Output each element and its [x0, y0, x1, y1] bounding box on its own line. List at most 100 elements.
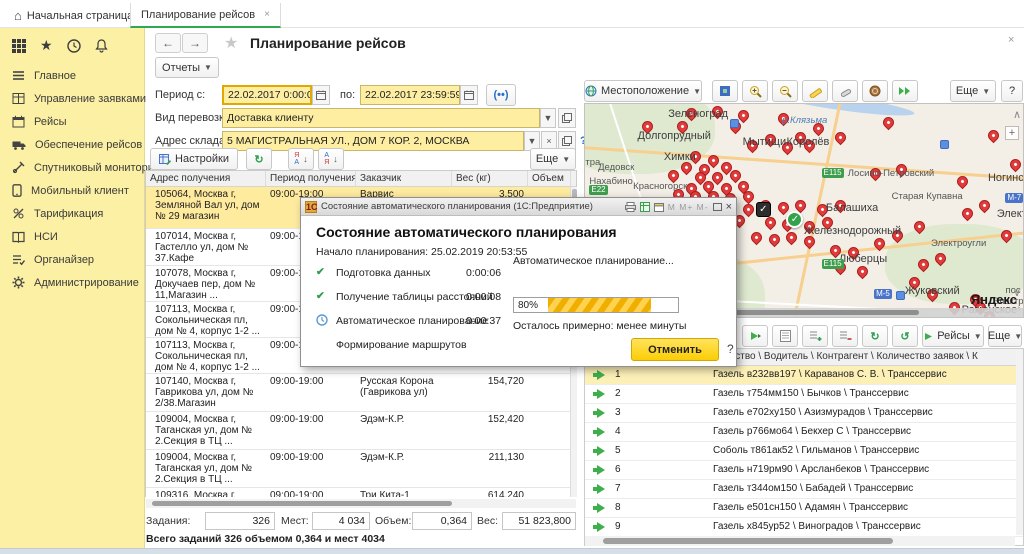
sidebar-item[interactable]: Управление заявками	[0, 87, 144, 110]
map-zoom-out-icon[interactable]	[772, 80, 798, 102]
map-pin-icon[interactable]	[955, 174, 971, 190]
road-badge: Е115	[822, 168, 844, 178]
order-table-row[interactable]: 107140, Москва г, Гаврикова ул, дом № 2/…	[146, 374, 576, 412]
map-pin-icon[interactable]	[854, 264, 870, 280]
spreadsheet-icon[interactable]	[640, 202, 650, 212]
vehicle-row[interactable]: 5 Соболь т861ак52 \ Гильманов \ Транссер…	[585, 442, 1023, 461]
sidebar-item[interactable]: НСИ	[0, 225, 144, 248]
order-table-row[interactable]: 109004, Москва г, Таганская ул, дом № 2.…	[146, 412, 576, 450]
sidebar-item[interactable]: Спутниковый мониторинг	[0, 156, 144, 179]
cancel-button[interactable]: Отменить	[631, 338, 719, 361]
calendar-icon[interactable]	[654, 202, 664, 212]
column-header-volume[interactable]: Объем	[528, 171, 571, 186]
sidebar-item[interactable]: Администрирование	[0, 271, 144, 294]
add-group-icon[interactable]	[802, 325, 828, 347]
dialog-help-button[interactable]: ?	[727, 342, 734, 356]
sidebar-item[interactable]: Органайзер	[0, 248, 144, 271]
map-help-button[interactable]: ?	[1001, 80, 1023, 102]
tab-close-icon[interactable]: ×	[264, 9, 270, 20]
form-close-icon[interactable]: ×	[1008, 34, 1014, 46]
vehicle-row[interactable]: 7 Газель т344ом150 \ Бабадей \ Транссерв…	[585, 480, 1023, 499]
orders-horizontal-scrollbar[interactable]	[146, 499, 576, 508]
memory-buttons[interactable]: M M+ M-	[668, 202, 709, 212]
places-label: Мест:	[281, 515, 309, 527]
map-pin-icon[interactable]	[959, 206, 975, 222]
sort-descending-icon[interactable]: АЯ↓	[318, 148, 344, 170]
green-arrow-icon	[597, 427, 605, 437]
selected-warehouse-marker[interactable]: ✓	[756, 202, 771, 217]
tab-trip-planning[interactable]: Планирование рейсов ×	[130, 3, 281, 28]
vehicle-row[interactable]: 2 Газель т754мм150 \ Бычков \ Транссерви…	[585, 385, 1023, 404]
sort-ascending-icon[interactable]: ЯА↓	[288, 148, 314, 170]
map-pin-icon[interactable]	[767, 232, 783, 248]
vehicle-row[interactable]: 1 Газель в232вв197 \ Караванов С. В. \ Т…	[585, 366, 1023, 385]
forward-button[interactable]: →	[182, 33, 208, 53]
map-pin-icon[interactable]	[749, 230, 765, 246]
trips-button[interactable]: Рейсы▼	[922, 325, 984, 347]
map-ruler-icon[interactable]	[802, 80, 828, 102]
start-planning-icon[interactable]	[742, 325, 768, 347]
period-from-field[interactable]: 22.02.2017 0:00:00	[222, 85, 312, 105]
vehicles-refresh-icon[interactable]: ↻	[862, 325, 888, 347]
vehicle-row[interactable]: 9 Газель х845ур52 \ Виноградов \ Транссе…	[585, 518, 1023, 537]
sidebar-item[interactable]: Тарификация	[0, 202, 144, 225]
order-table-row[interactable]: 109004, Москва г, Таганская ул, дом № 2.…	[146, 450, 576, 488]
period-to-calendar-icon[interactable]	[460, 85, 478, 105]
period-from-calendar-icon[interactable]	[312, 85, 330, 105]
map-route-icon[interactable]	[892, 80, 918, 102]
map-pin-icon[interactable]	[881, 114, 897, 130]
map-eraser-icon[interactable]	[832, 80, 858, 102]
vehicle-row[interactable]: 6 Газель н719рм90 \ Арсланбеков \ Трансс…	[585, 461, 1023, 480]
sidebar-item[interactable]: Мобильный клиент	[0, 179, 144, 202]
map-scroll-up-icon[interactable]: ∧	[1013, 108, 1021, 121]
notifications-bell-icon[interactable]	[95, 39, 108, 53]
transport-dropdown-icon[interactable]: ▼	[540, 108, 556, 128]
transport-open-icon[interactable]	[558, 108, 576, 128]
orders-settings-button[interactable]: Настройки	[150, 148, 238, 170]
map-pin-icon[interactable]	[986, 127, 1002, 143]
period-interval-button[interactable]: (••)	[486, 84, 516, 106]
remove-group-icon[interactable]	[832, 325, 858, 347]
dialog-close-icon[interactable]: ×	[726, 201, 732, 213]
location-button[interactable]: Местоположение▼	[584, 80, 702, 102]
column-header-customer[interactable]: Заказчик	[356, 171, 452, 186]
vehicle-row[interactable]: 8 Газель е501сн150 \ Адамян \ Транссерви…	[585, 499, 1023, 518]
tab-home[interactable]: ⌂ Начальная страница	[4, 3, 143, 28]
dialog-titlebar[interactable]: 1C Состояние автоматического планировани…	[301, 198, 736, 216]
vehicle-row[interactable]: 3 Газель е702ху150 \ Азизмурадов \ Транс…	[585, 404, 1023, 423]
favorites-star-icon[interactable]: ★	[40, 37, 53, 54]
orders-more-button[interactable]: Еще▼	[530, 148, 576, 170]
map-zoom-in-icon[interactable]	[742, 80, 768, 102]
apps-grid-icon[interactable]	[12, 39, 26, 53]
history-clock-icon[interactable]	[67, 39, 81, 53]
vehicles-reload-icon[interactable]: ↺	[892, 325, 918, 347]
vehicles-more-button[interactable]: Еще▼	[988, 325, 1022, 347]
order-table-row[interactable]: 109316, Москва г, 09:00-19:00 Три Кита-1…	[146, 488, 576, 497]
map-pin-icon[interactable]	[977, 198, 993, 214]
vehicles-vertical-scrollbar[interactable]	[1016, 349, 1023, 535]
period-to-field[interactable]: 22.02.2017 23:59:59	[360, 85, 460, 105]
confirmed-point-marker[interactable]: ✓	[786, 211, 803, 228]
open-document-icon[interactable]	[772, 325, 798, 347]
column-header-address[interactable]: Адрес получения	[146, 171, 266, 186]
column-header-period[interactable]: Период получения	[266, 171, 356, 186]
sidebar-item[interactable]: Обеспечение рейсов	[0, 133, 144, 156]
column-header-weight[interactable]: Вес (кг)	[452, 171, 528, 186]
map-fit-extent-icon[interactable]	[712, 80, 738, 102]
transport-type-field[interactable]: Доставка клиенту	[222, 108, 540, 128]
sidebar-item[interactable]: Главное	[0, 64, 144, 87]
map-more-button[interactable]: Еще▼	[950, 80, 996, 102]
vehicles-horizontal-scrollbar[interactable]	[585, 536, 1015, 546]
sidebar-item[interactable]: Рейсы	[0, 110, 144, 133]
back-button[interactable]: ←	[155, 33, 181, 53]
favorite-star-icon[interactable]: ★	[224, 33, 238, 53]
vehicle-row[interactable]: 4 Газель р766мо64 \ Бекхер С \ Транссерв…	[585, 423, 1023, 442]
reports-button[interactable]: Отчеты▼	[155, 57, 219, 78]
maximize-icon[interactable]	[713, 203, 722, 211]
map-zoom-plus-icon[interactable]: +	[1005, 126, 1019, 140]
print-icon[interactable]	[625, 202, 636, 212]
map-pin-icon[interactable]	[1008, 157, 1024, 173]
green-arrow-icon	[597, 522, 605, 532]
orders-refresh-icon[interactable]: ↻	[246, 148, 272, 170]
map-marker-style-icon[interactable]	[862, 80, 888, 102]
